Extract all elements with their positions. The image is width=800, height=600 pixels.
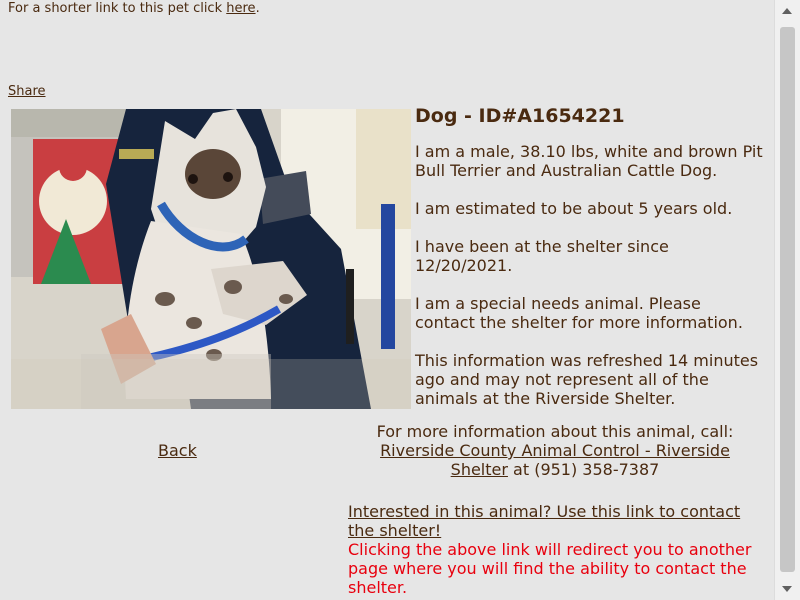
chevron-down-icon[interactable]: [782, 586, 792, 592]
pet-detail-page: For a shorter link to this pet click her…: [0, 0, 775, 600]
more-info-contact-line: Riverside County Animal Control - Rivers…: [368, 441, 742, 479]
shelter-phone: at (951) 358-7387: [513, 460, 660, 479]
back-link[interactable]: Back: [158, 441, 197, 460]
pet-info: Dog - ID#A1654221 I am a male, 38.10 lbs…: [415, 104, 765, 427]
refresh-note: This information was refreshed 14 minute…: [415, 351, 759, 408]
contact-section: Interested in this animal? Use this link…: [348, 502, 768, 597]
share-link[interactable]: Share: [8, 84, 46, 99]
vertical-scrollbar[interactable]: [774, 0, 800, 600]
pet-photo: [11, 109, 411, 409]
more-info: For more information about this animal, …: [368, 422, 742, 479]
shelter-since: I have been at the shelter since 12/20/2…: [415, 237, 669, 275]
pet-age: I am estimated to be about 5 years old.: [415, 199, 733, 218]
here-link[interactable]: here: [226, 1, 255, 16]
pet-heading: Dog - ID#A1654221: [415, 105, 625, 127]
chevron-up-icon[interactable]: [782, 8, 792, 14]
more-info-intro: For more information about this animal, …: [376, 422, 734, 441]
special-needs: I am a special needs animal. Please cont…: [415, 294, 743, 332]
shorter-link-text: For a shorter link to this pet click: [8, 1, 223, 16]
redirect-warning: Clicking the above link will redirect yo…: [348, 540, 752, 597]
dog-photo-image: [11, 109, 411, 409]
period: .: [255, 1, 260, 16]
pet-description: I am a male, 38.10 lbs, white and brown …: [415, 142, 763, 180]
contact-shelter-link[interactable]: Interested in this animal? Use this link…: [348, 502, 740, 540]
shorter-link-line: For a shorter link to this pet click her…: [8, 1, 260, 16]
scrollbar-thumb[interactable]: [780, 27, 795, 572]
